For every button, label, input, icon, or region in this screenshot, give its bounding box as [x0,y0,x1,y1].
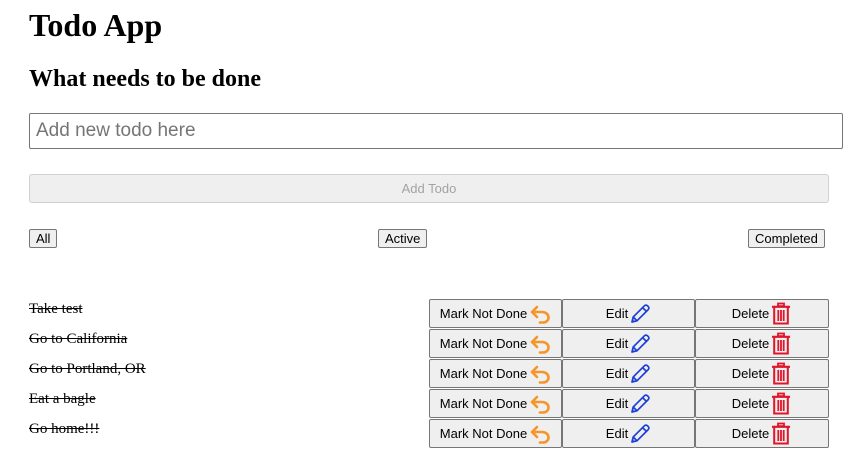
undo-icon [527,424,551,444]
mark-not-done-label: Mark Not Done [439,306,528,321]
todo-item-text: Take test [29,301,83,317]
edit-label: Edit [605,336,629,351]
trash-icon [769,302,792,326]
filter-all-button[interactable]: All [29,229,58,248]
mark-not-done-label: Mark Not Done [439,366,528,381]
edit-button[interactable]: Edit [562,389,695,418]
delete-label: Delete [731,396,770,411]
filter-active-button[interactable]: Active [378,229,428,248]
undo-icon [527,364,551,384]
delete-label: Delete [731,306,770,321]
delete-button[interactable]: Delete [695,299,829,328]
delete-label: Delete [731,426,770,441]
todo-app: Todo App What needs to be done Add Todo … [0,0,858,472]
edit-button[interactable]: Edit [562,359,695,388]
trash-icon [769,332,792,356]
todo-item-text: Eat a bagle [29,391,96,407]
undo-icon [527,394,551,414]
section-heading: What needs to be done [29,66,262,92]
mark-not-done-button[interactable]: Mark Not Done [429,359,562,388]
edit-label: Edit [605,426,629,441]
add-todo-button[interactable]: Add Todo [29,174,829,203]
edit-button[interactable]: Edit [562,329,695,358]
trash-icon [769,362,792,386]
mark-not-done-label: Mark Not Done [439,426,528,441]
edit-label: Edit [605,366,629,381]
todo-item-text: Go home!!! [29,421,100,437]
pencil-icon [628,393,651,415]
mark-not-done-label: Mark Not Done [439,336,528,351]
pencil-icon [628,333,651,355]
todo-item-text: Go to Portland, OR [29,361,146,377]
mark-not-done-button[interactable]: Mark Not Done [429,419,562,448]
todo-item-text: Go to California [29,331,128,347]
edit-button[interactable]: Edit [562,419,695,448]
edit-button[interactable]: Edit [562,299,695,328]
trash-icon [769,392,792,416]
trash-icon [769,422,792,446]
mark-not-done-button[interactable]: Mark Not Done [429,329,562,358]
edit-label: Edit [605,306,629,321]
mark-not-done-button[interactable]: Mark Not Done [429,389,562,418]
pencil-icon [628,423,651,445]
edit-label: Edit [605,396,629,411]
new-todo-input[interactable] [29,113,843,149]
page-title: Todo App [29,7,163,43]
mark-not-done-button[interactable]: Mark Not Done [429,299,562,328]
delete-button[interactable]: Delete [695,419,829,448]
undo-icon [527,304,551,324]
delete-label: Delete [731,366,770,381]
delete-label: Delete [731,336,770,351]
pencil-icon [628,363,651,385]
pencil-icon [628,303,651,325]
undo-icon [527,334,551,354]
filter-completed-button[interactable]: Completed [748,229,825,248]
delete-button[interactable]: Delete [695,389,829,418]
delete-button[interactable]: Delete [695,359,829,388]
delete-button[interactable]: Delete [695,329,829,358]
mark-not-done-label: Mark Not Done [439,396,528,411]
